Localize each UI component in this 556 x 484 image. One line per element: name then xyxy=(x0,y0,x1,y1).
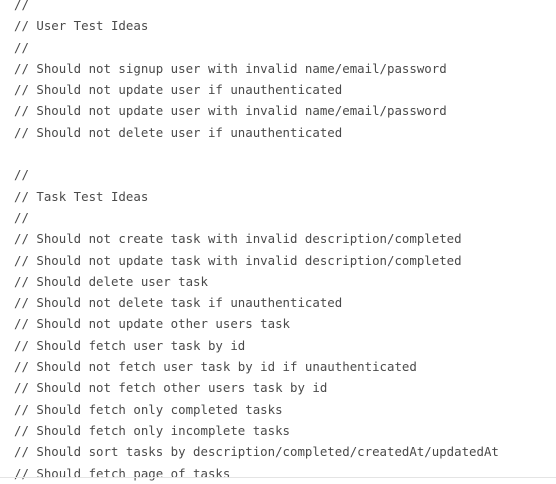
code-line-comment: // xyxy=(14,0,29,12)
code-line-comment: // xyxy=(14,39,29,55)
code-line-comment: // Should fetch user task by id xyxy=(14,337,246,353)
code-line-comment: // Should not fetch user task by id if u… xyxy=(14,359,417,375)
code-line-comment: // Should not update user with invalid n… xyxy=(14,103,447,119)
code-line-comment: // Should not create task with invalid d… xyxy=(14,231,462,247)
code-line-comment: // xyxy=(14,167,29,183)
code-line-comment: // Should not delete user if unauthentic… xyxy=(14,124,343,140)
code-line-comment: // Should sort tasks by description/comp… xyxy=(14,444,499,460)
code-line-comment: // Should not signup user with invalid n… xyxy=(14,60,447,76)
code-line-comment: // Should fetch only completed tasks xyxy=(14,401,283,417)
code-line-comment: // User Test Ideas xyxy=(14,18,149,34)
code-line-comment: // Should not fetch other users task by … xyxy=(14,380,328,396)
code-line-comment: // Should fetch only incomplete tasks xyxy=(14,422,291,438)
code-line-comment: // Should not update other users task xyxy=(14,316,291,332)
code-line-comment: // Should delete user task xyxy=(14,273,208,289)
code-line-comment: // Should fetch page of tasks xyxy=(14,465,231,481)
code-line-comment: // xyxy=(14,209,29,225)
divider xyxy=(0,477,556,478)
code-editor[interactable]: // // User Test Ideas // // Should not s… xyxy=(0,0,556,484)
code-line-comment: // Should not update task with invalid d… xyxy=(14,252,462,268)
code-line-comment: // Should not update user if unauthentic… xyxy=(14,82,343,98)
code-block: // // User Test Ideas // // Should not s… xyxy=(14,0,499,484)
code-line-comment: // Should not delete task if unauthentic… xyxy=(14,295,343,311)
code-line-comment: // Task Test Ideas xyxy=(14,188,149,204)
